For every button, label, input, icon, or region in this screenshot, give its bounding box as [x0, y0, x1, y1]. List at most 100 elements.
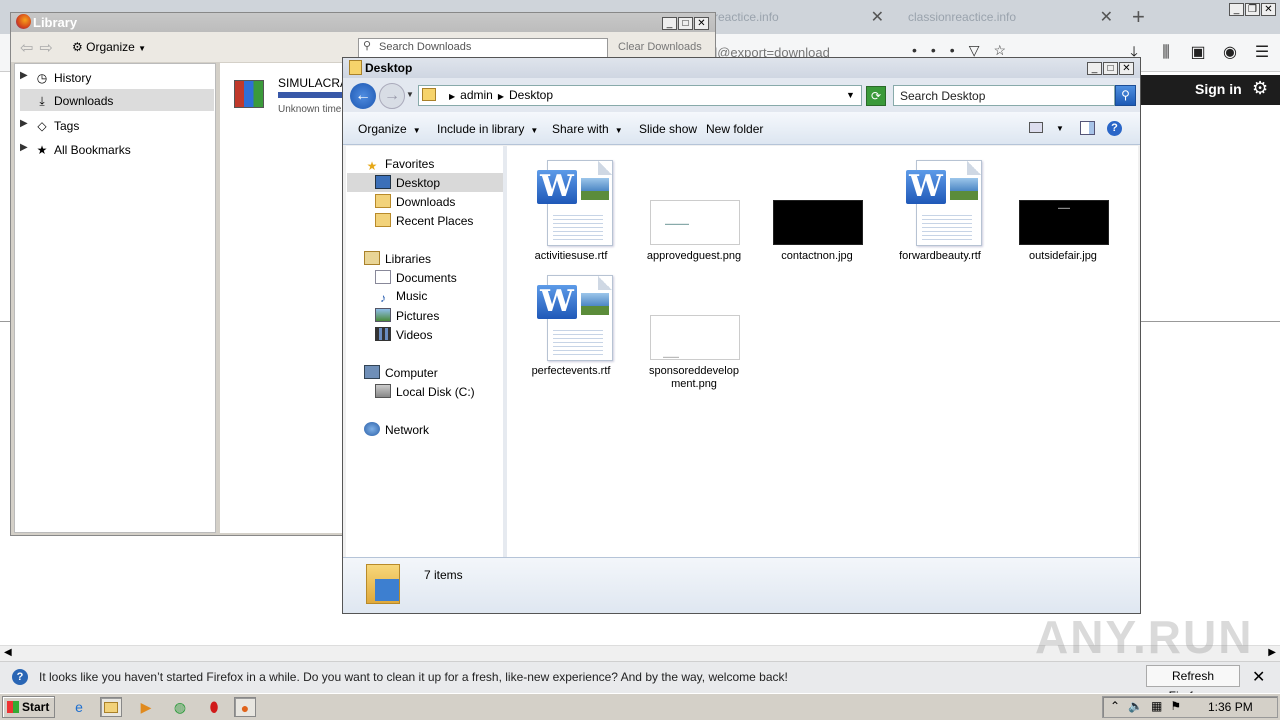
- nav-computer[interactable]: Computer: [364, 363, 520, 382]
- minimize-icon[interactable]: _: [1087, 62, 1102, 75]
- change-view-icon[interactable]: [1029, 122, 1043, 133]
- gear-icon[interactable]: ⚙: [1252, 78, 1268, 99]
- help-icon[interactable]: ?: [1107, 121, 1122, 136]
- include-in-library-button[interactable]: Include in library ▼: [437, 122, 538, 136]
- forward-arrow-icon[interactable]: ⇨: [39, 40, 58, 57]
- action-center-icon[interactable]: ⚑: [1170, 699, 1189, 713]
- expand-arrow-icon[interactable]: ▶: [20, 142, 28, 153]
- file-item[interactable]: W activitiesuse.rtf: [517, 158, 625, 266]
- chevron-down-icon[interactable]: ▼: [846, 90, 855, 100]
- word-document-icon: W: [537, 160, 613, 246]
- close-tab-icon[interactable]: ✕: [1100, 7, 1113, 27]
- browser-tab[interactable]: classionreactice.info ✕: [898, 0, 1123, 34]
- scroll-left-icon[interactable]: ◀: [4, 647, 12, 658]
- scroll-right-icon[interactable]: ▶: [1268, 647, 1276, 658]
- file-item[interactable]: ▬▬▬▬▬▬ approvedguest.png: [640, 158, 748, 266]
- sidebar-item-label: Downloads: [54, 94, 114, 108]
- close-tab-icon[interactable]: ✕: [871, 7, 884, 27]
- clear-downloads-button[interactable]: Clear Downloads: [612, 38, 708, 58]
- file-name: forwardbeauty.rtf: [899, 250, 981, 262]
- organize-button[interactable]: Organize ▼: [358, 122, 421, 136]
- expand-arrow-icon[interactable]: ▶: [20, 118, 28, 129]
- close-icon[interactable]: ✕: [1252, 667, 1265, 687]
- show-hidden-icons-icon[interactable]: ⌃: [1110, 699, 1128, 713]
- breadcrumb-item[interactable]: admin: [460, 88, 493, 102]
- internet-explorer-icon[interactable]: e: [68, 697, 90, 717]
- restore-icon[interactable]: ❐: [1245, 3, 1260, 16]
- minimize-icon[interactable]: _: [1229, 3, 1244, 16]
- search-icon[interactable]: ⚲: [1115, 85, 1136, 106]
- expand-arrow-icon[interactable]: ▶: [20, 70, 28, 81]
- close-icon[interactable]: ✕: [694, 17, 709, 30]
- file-item[interactable]: W forwardbeauty.rtf: [886, 158, 994, 266]
- windows-flag-icon: [7, 701, 19, 713]
- nav-item-desktop[interactable]: Desktop: [347, 173, 503, 192]
- recent-pages-icon[interactable]: ▼: [406, 90, 414, 99]
- sidebar-item-downloads[interactable]: ⤓ Downloads: [20, 89, 214, 111]
- preview-pane-icon[interactable]: [1080, 121, 1095, 135]
- explorer-titlebar[interactable]: [343, 58, 1140, 78]
- back-arrow-icon[interactable]: ⇦: [20, 40, 39, 57]
- maximize-icon[interactable]: □: [1103, 62, 1118, 75]
- command-label: Include in library: [437, 122, 525, 136]
- file-item[interactable]: contactnon.jpg: [763, 158, 871, 266]
- close-icon[interactable]: ✕: [1119, 62, 1134, 75]
- breadcrumb-item[interactable]: Desktop: [509, 88, 553, 102]
- chevron-right-icon[interactable]: ▶: [498, 92, 504, 101]
- search-downloads-input[interactable]: Search Downloads: [358, 38, 608, 58]
- nav-favorites[interactable]: ★ Favorites: [364, 155, 520, 174]
- opera-icon[interactable]: ⬮: [203, 697, 225, 717]
- word-document-icon: W: [537, 275, 613, 361]
- browser-tab[interactable]: reactice.info ✕: [704, 0, 894, 34]
- new-folder-button[interactable]: New folder: [706, 122, 763, 136]
- share-with-button[interactable]: Share with ▼: [552, 122, 623, 136]
- word-document-icon: W: [906, 160, 982, 246]
- search-icon: ⚲: [363, 40, 372, 52]
- refresh-firefox-button[interactable]: Refresh Firefox…: [1146, 665, 1240, 703]
- search-desktop-input[interactable]: Search Desktop: [893, 85, 1115, 106]
- videos-icon: [375, 327, 391, 341]
- clock[interactable]: 1:36 PM: [1208, 700, 1253, 714]
- sign-in-link[interactable]: Sign in: [1195, 81, 1242, 97]
- file-explorer-icon[interactable]: [100, 697, 122, 717]
- firefox-icon[interactable]: ●: [234, 697, 256, 717]
- tray-icons: ⌃🔈▦⚑: [1110, 699, 1189, 713]
- network-tray-icon[interactable]: ▦: [1151, 699, 1170, 713]
- nav-label: Recent Places: [396, 214, 474, 228]
- pocket-icon[interactable]: ▽: [969, 42, 994, 58]
- forward-arrow-icon[interactable]: →: [379, 83, 405, 109]
- back-arrow-icon[interactable]: ←: [350, 83, 376, 109]
- chrome-icon[interactable]: ◍: [169, 697, 191, 717]
- sidebar-item-all-bookmarks[interactable]: ▶ ★ All Bookmarks: [20, 138, 214, 160]
- media-player-icon[interactable]: ▶: [135, 697, 157, 717]
- minimize-icon[interactable]: _: [662, 17, 677, 30]
- account-icon[interactable]: ◉: [1214, 42, 1246, 62]
- folder-icon: [366, 564, 400, 604]
- library-titlebar[interactable]: [11, 13, 715, 32]
- maximize-icon[interactable]: □: [678, 17, 693, 30]
- volume-icon[interactable]: 🔈: [1128, 699, 1151, 713]
- library-icon[interactable]: ⫼: [1150, 44, 1182, 62]
- sidebar-item-tags[interactable]: ▶ ◇ Tags: [20, 114, 214, 136]
- chevron-right-icon[interactable]: ▶: [449, 92, 455, 101]
- sidebar-icon[interactable]: ▣: [1182, 42, 1214, 62]
- nav-libraries[interactable]: Libraries: [364, 249, 520, 268]
- new-tab-icon[interactable]: +: [1132, 4, 1145, 30]
- file-item[interactable]: ▬▬▬ outsidefair.jpg: [1009, 158, 1117, 266]
- sidebar-item-history[interactable]: ▶ ◷ History: [20, 66, 214, 88]
- browser-window-controls: _ ❐ ✕: [1228, 1, 1276, 16]
- bookmark-star-icon[interactable]: ☆: [994, 42, 1021, 58]
- file-item[interactable]: W perfectevents.rtf: [517, 273, 625, 391]
- chevron-down-icon[interactable]: ▼: [1056, 124, 1064, 133]
- file-item[interactable]: ▬▬▬▬ sponsoreddevelopment.png: [640, 273, 748, 391]
- close-icon[interactable]: ✕: [1261, 3, 1276, 16]
- start-button[interactable]: Start: [2, 696, 55, 718]
- nav-network[interactable]: Network: [364, 420, 520, 439]
- organize-menu[interactable]: ⚙ Organize ▼: [72, 40, 146, 54]
- browser-tab-title: reactice.info: [714, 10, 779, 24]
- menu-icon[interactable]: ☰: [1246, 42, 1278, 62]
- slide-show-button[interactable]: Slide show: [639, 122, 697, 136]
- refresh-icon[interactable]: ⟳: [866, 86, 886, 106]
- explorer-window-controls: _ □ ✕: [1086, 60, 1134, 75]
- more-actions-icon[interactable]: •••: [912, 42, 969, 58]
